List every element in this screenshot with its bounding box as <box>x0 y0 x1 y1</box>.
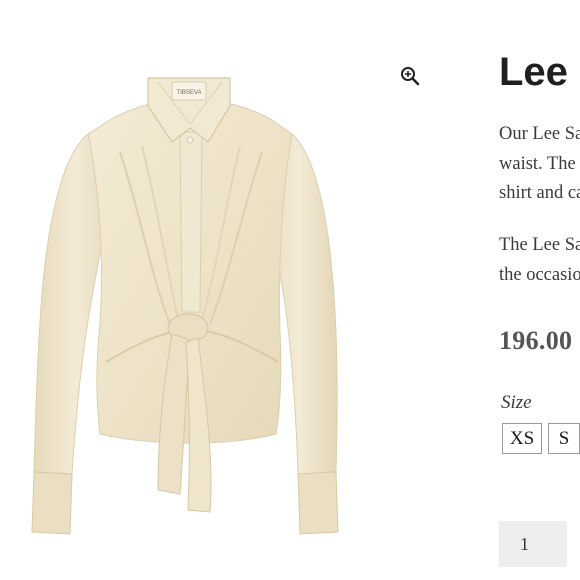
shirt-illustration: TIBSEVA <box>31 77 339 535</box>
zoom-in-icon[interactable] <box>400 66 420 86</box>
quantity-input[interactable] <box>499 521 567 567</box>
product-description: Our Lee Satin shirt features a tie at th… <box>499 120 580 209</box>
product-price: 196.00 <box>499 326 573 355</box>
product-summary: Lee Satin Shirt Our Lee Satin shirt feat… <box>499 0 580 580</box>
brand-label-text: TIBSEVA <box>177 90 202 96</box>
description-line: waist. The silky fabric makes it a versa… <box>499 153 580 174</box>
size-option-s[interactable]: S <box>548 423 580 454</box>
description-line: Our Lee Satin shirt features a tie at th… <box>499 124 580 144</box>
product-title: Lee Satin Shirt <box>499 50 580 94</box>
product-image[interactable]: TIBSEVA <box>30 62 348 542</box>
description-line: shirt and can be dressed up or down. <box>499 183 580 203</box>
description-line: The Lee Satin shirt is perfect for any t… <box>499 235 580 255</box>
size-option-xs[interactable]: XS <box>502 423 542 454</box>
size-label: Size <box>501 392 532 413</box>
product-description-extra: The Lee Satin shirt is perfect for any t… <box>499 231 580 290</box>
description-line: the occasion. <box>499 264 580 285</box>
